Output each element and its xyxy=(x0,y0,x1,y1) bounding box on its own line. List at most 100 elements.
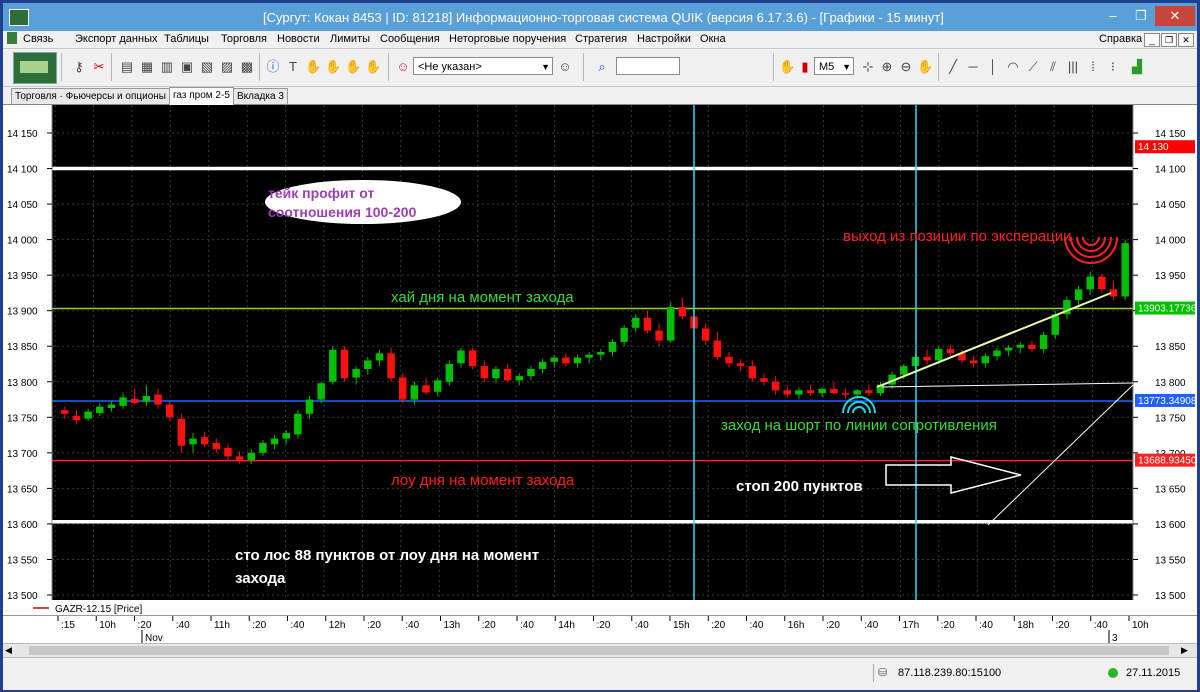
candle-body[interactable] xyxy=(422,385,430,393)
candle-body[interactable] xyxy=(1098,276,1106,290)
user-icon[interactable]: ☺ xyxy=(395,59,411,75)
candle-body[interactable] xyxy=(725,356,733,364)
candle-body[interactable] xyxy=(795,390,803,395)
candle-body[interactable] xyxy=(364,360,372,369)
candle-body[interactable] xyxy=(96,406,104,414)
bar-chart-icon[interactable]: ▮ xyxy=(797,59,813,75)
candle-body[interactable] xyxy=(61,410,69,414)
candle-body[interactable] xyxy=(503,368,512,381)
hand-icon[interactable]: ✋ xyxy=(325,59,341,75)
candle-body[interactable] xyxy=(678,307,687,317)
candle-body[interactable] xyxy=(270,438,279,445)
mdi-window-icon[interactable] xyxy=(7,32,17,44)
scrollbar-thumb[interactable] xyxy=(29,646,1169,655)
minimize-button[interactable]: – xyxy=(1099,6,1127,26)
candle-body[interactable] xyxy=(632,317,640,328)
candle-body[interactable] xyxy=(1039,334,1048,350)
candle-body[interactable] xyxy=(259,442,267,453)
menu-item-windows[interactable]: Окна xyxy=(700,33,726,45)
candle-body[interactable] xyxy=(107,404,116,409)
grid-icon[interactable]: ⁞ xyxy=(1085,59,1101,75)
disconnect-icon[interactable]: ✂ xyxy=(91,59,107,75)
hand-icon[interactable]: ✋ xyxy=(365,59,381,75)
candle-body[interactable] xyxy=(608,341,617,352)
candle-body[interactable] xyxy=(853,390,861,395)
candle-body[interactable] xyxy=(1016,344,1025,348)
tab-gazprom[interactable]: газ пром 2-5 xyxy=(169,87,234,105)
candle-body[interactable] xyxy=(830,388,838,394)
candle-body[interactable] xyxy=(667,307,675,341)
candle-body[interactable] xyxy=(562,357,570,364)
candle-body[interactable] xyxy=(387,353,395,379)
candle-body[interactable] xyxy=(597,351,605,355)
search-icon[interactable]: ⌕ xyxy=(594,59,610,75)
levels-icon[interactable]: ||| xyxy=(1065,59,1081,75)
text-icon[interactable]: ⁝ xyxy=(1105,59,1121,75)
candle-body[interactable] xyxy=(550,357,558,362)
candle-body[interactable] xyxy=(468,350,477,367)
candle-body[interactable] xyxy=(375,353,384,361)
user-icon[interactable]: ☺ xyxy=(557,59,573,75)
candle-body[interactable] xyxy=(317,383,325,400)
mdi-minimize-button[interactable]: _ xyxy=(1144,33,1160,47)
candle-body[interactable] xyxy=(655,330,663,341)
search-input[interactable] xyxy=(616,57,680,75)
candle-body[interactable] xyxy=(329,349,337,382)
candle-body[interactable] xyxy=(806,390,815,394)
menu-item-help[interactable]: Справка xyxy=(1099,33,1142,45)
candle-body[interactable] xyxy=(1074,289,1083,301)
horizontal-scrollbar[interactable]: ◀ ▶ xyxy=(3,643,1197,658)
candle-body[interactable] xyxy=(399,377,407,400)
candle-body[interactable] xyxy=(643,317,652,331)
arc-icon[interactable]: ◠ xyxy=(1005,59,1021,75)
candle-body[interactable] xyxy=(119,397,127,406)
candle-body[interactable] xyxy=(154,394,162,405)
portfolio-icon[interactable]: ▧ xyxy=(199,59,215,75)
candle-body[interactable] xyxy=(247,452,255,460)
candle-body[interactable] xyxy=(177,418,186,446)
candle-body[interactable] xyxy=(1121,243,1129,297)
candle-body[interactable] xyxy=(713,340,722,357)
price-chart[interactable]: 14 150 14 150 14 100 14 100 14 050 14 050 14 0… xyxy=(3,105,1197,615)
horizontal-line-icon[interactable]: ─ xyxy=(965,59,981,75)
hand-icon[interactable]: ✋ xyxy=(917,59,933,75)
interval-select[interactable]: M5 ▼ xyxy=(814,57,854,75)
tab-3[interactable]: Вкладка 3 xyxy=(233,88,288,104)
candle-body[interactable] xyxy=(200,437,209,445)
candle-body[interactable] xyxy=(585,354,593,358)
tab-trading-futures[interactable]: Торговля · Фьючерсы и опционы xyxy=(11,88,170,104)
candle-body[interactable] xyxy=(620,327,628,342)
account-select[interactable]: <Не указан> ▼ xyxy=(413,57,553,75)
chart-canvas[interactable]: 14 150 14 150 14 100 14 100 14 050 14 050 14 0… xyxy=(3,105,1197,615)
zoom-icon[interactable]: ⊹ xyxy=(860,59,876,75)
hand-icon[interactable]: ✋ xyxy=(779,59,795,75)
candle-body[interactable] xyxy=(294,413,302,435)
menu-item-messages[interactable]: Сообщения xyxy=(380,33,440,45)
candle-body[interactable] xyxy=(352,368,360,378)
scroll-right-icon[interactable]: ▶ xyxy=(1181,645,1188,656)
candle-body[interactable] xyxy=(736,363,745,367)
candle-body[interactable] xyxy=(946,349,955,354)
positions-icon[interactable]: ▨ xyxy=(219,59,235,75)
candle-body[interactable] xyxy=(900,366,908,375)
mdi-close-button[interactable]: ✕ xyxy=(1178,33,1194,47)
menu-item-news[interactable]: Новости xyxy=(277,33,320,45)
candle-body[interactable] xyxy=(492,368,500,379)
key-icon[interactable]: ⚷ xyxy=(71,59,87,75)
menu-item-strategy[interactable]: Стратегия xyxy=(575,33,627,45)
candle-body[interactable] xyxy=(1086,276,1094,290)
candle-body[interactable] xyxy=(923,356,931,361)
candle-body[interactable] xyxy=(1028,344,1036,350)
candle-body[interactable] xyxy=(760,378,768,382)
menu-item-export[interactable]: Экспорт данных xyxy=(75,33,157,45)
candle-body[interactable] xyxy=(305,399,314,414)
trendline-icon[interactable]: ╱ xyxy=(945,59,961,75)
candle-body[interactable] xyxy=(935,349,943,361)
candle-body[interactable] xyxy=(131,398,139,404)
candle-body[interactable] xyxy=(993,350,1001,357)
text-icon[interactable]: T xyxy=(285,59,301,75)
candle-body[interactable] xyxy=(72,415,81,421)
candle-body[interactable] xyxy=(235,456,244,460)
mdi-restore-button[interactable]: ❐ xyxy=(1161,33,1177,47)
candle-body[interactable] xyxy=(701,328,710,341)
